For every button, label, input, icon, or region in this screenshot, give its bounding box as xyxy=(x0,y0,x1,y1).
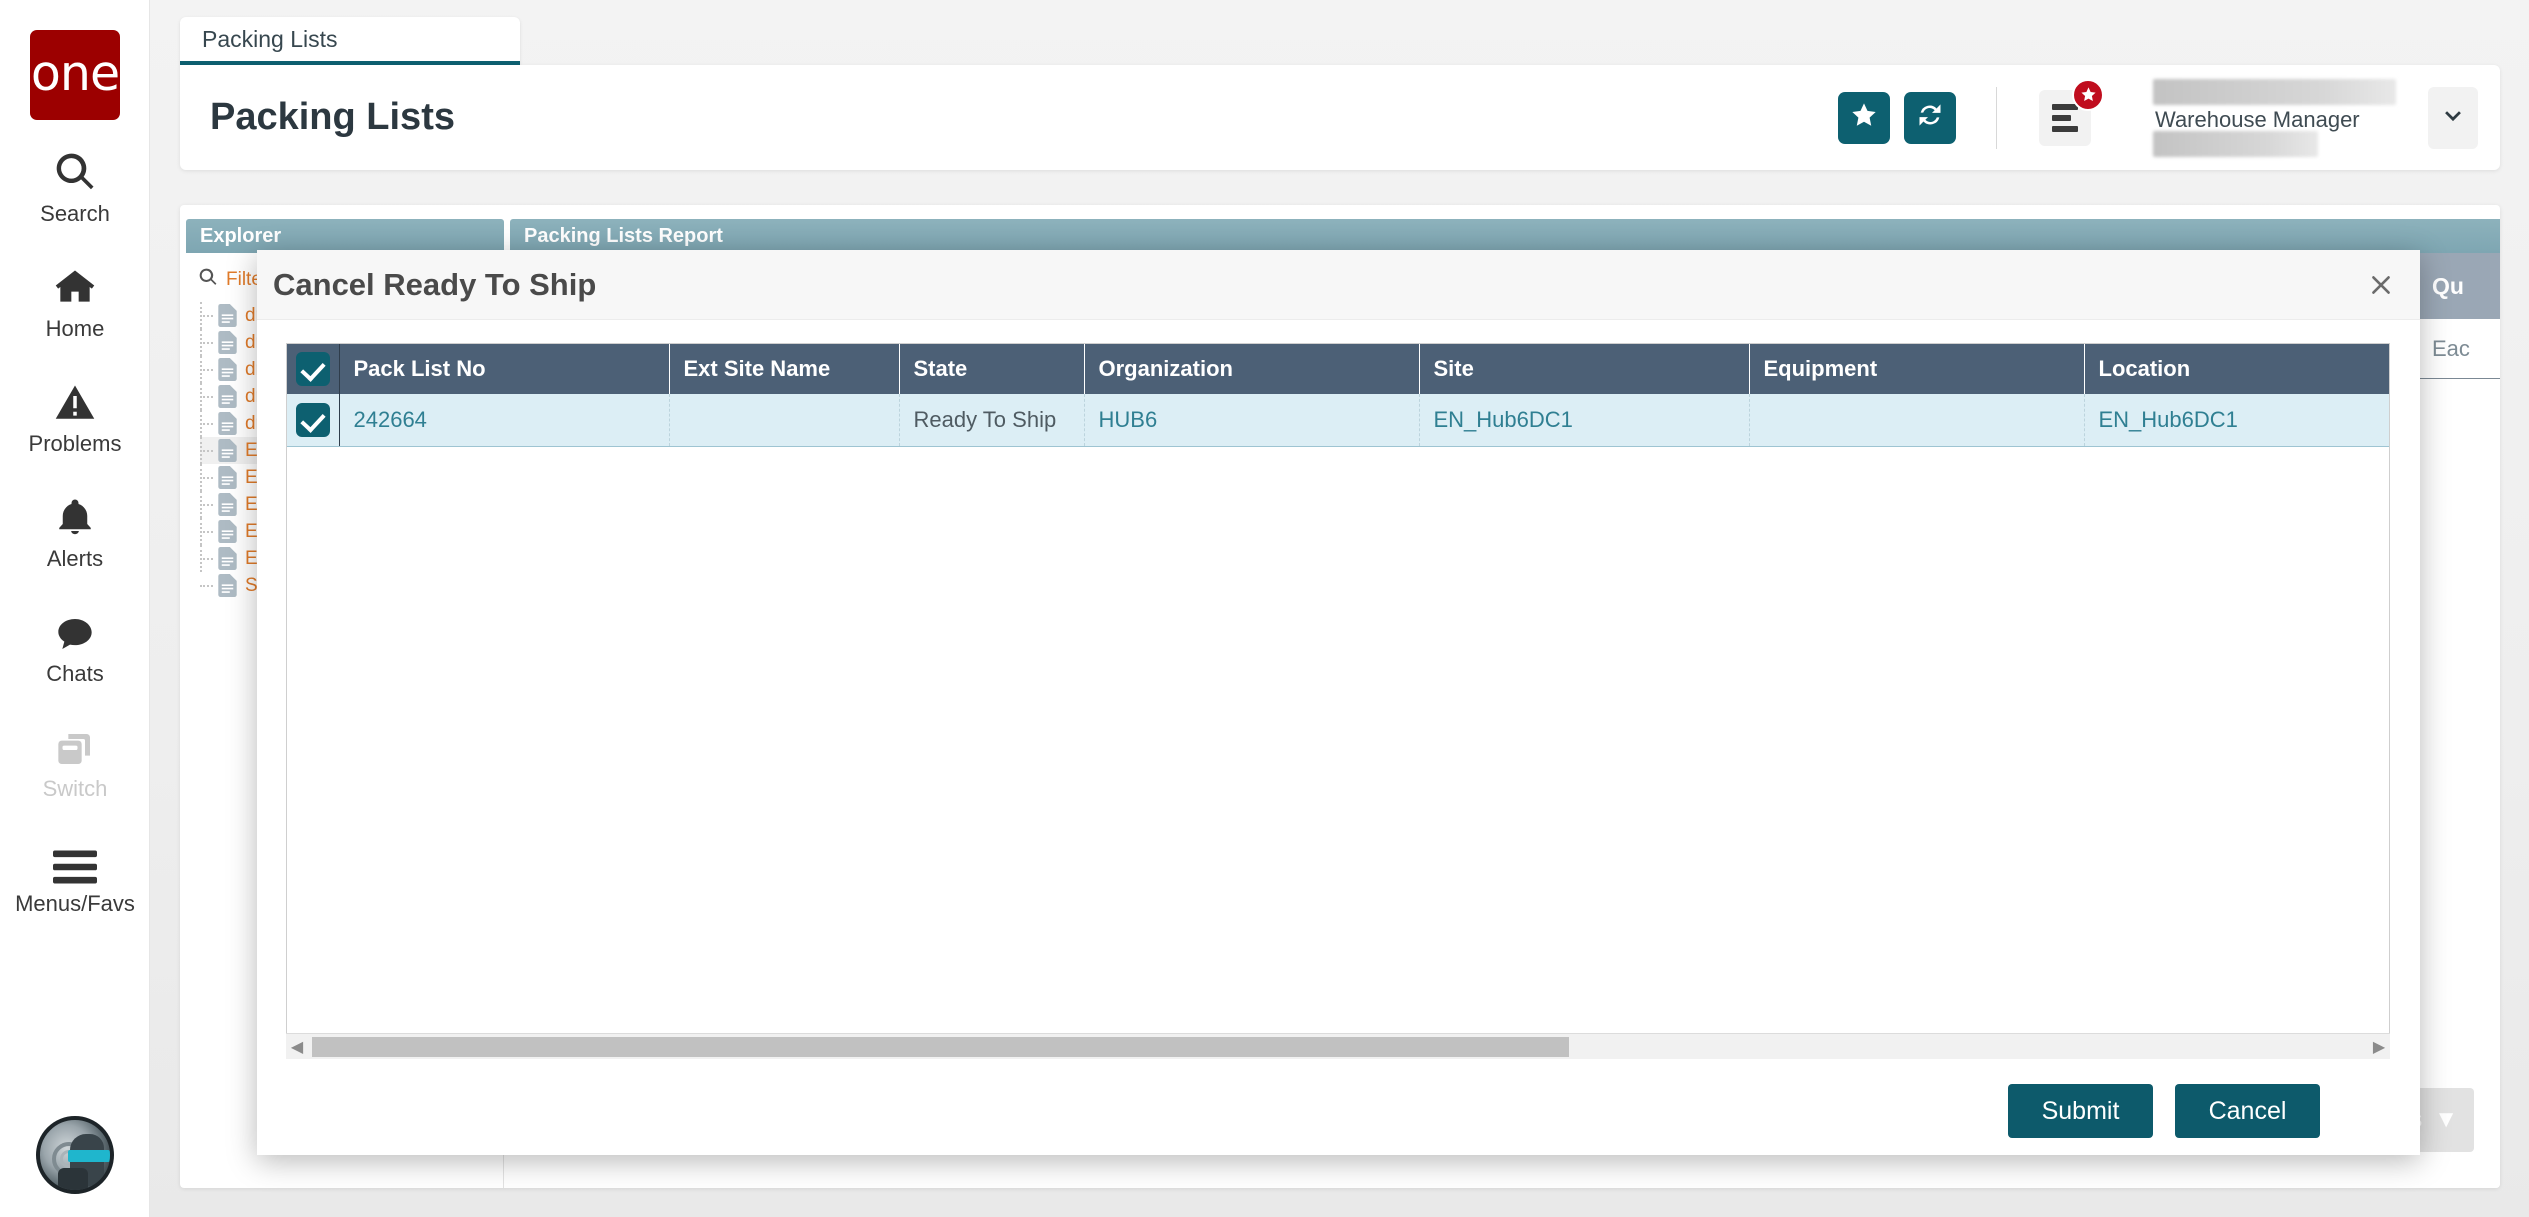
row-select-cell[interactable] xyxy=(287,394,340,447)
grid-table: Pack List No Ext Site Name State Organiz… xyxy=(287,344,2389,447)
site-link[interactable]: EN_Hub6DC1 xyxy=(1434,407,1573,432)
packing-list-grid: Pack List No Ext Site Name State Organiz… xyxy=(286,343,2390,1059)
grid-header-row: Pack List No Ext Site Name State Organiz… xyxy=(287,344,2389,394)
submit-button[interactable]: Submit xyxy=(2008,1084,2153,1138)
cancel-ready-to-ship-dialog: Cancel Ready To Ship Pack List No Ext Si… xyxy=(257,250,2420,1155)
location-link[interactable]: EN_Hub6DC1 xyxy=(2099,407,2238,432)
row-checkbox[interactable] xyxy=(295,402,330,437)
pack-list-no-link[interactable]: 242664 xyxy=(354,407,427,432)
scroll-left-arrow[interactable]: ◀ xyxy=(286,1037,308,1057)
close-icon[interactable] xyxy=(2364,268,2398,302)
cell-pack-list-no: 242664 xyxy=(339,394,670,447)
column-header-location[interactable]: Location xyxy=(2084,344,2389,394)
column-header-ext-site-name[interactable]: Ext Site Name xyxy=(669,344,900,394)
scrollbar-track[interactable] xyxy=(308,1036,2368,1058)
grid-empty-area xyxy=(287,446,2389,1058)
scrollbar-thumb[interactable] xyxy=(312,1036,1569,1057)
column-header-equipment[interactable]: Equipment xyxy=(1749,344,2085,394)
cell-location: EN_Hub6DC1 xyxy=(2084,394,2389,447)
column-header-organization[interactable]: Organization xyxy=(1084,344,1420,394)
cell-equipment xyxy=(1749,394,2085,447)
cancel-button[interactable]: Cancel xyxy=(2175,1084,2320,1138)
select-all-checkbox[interactable] xyxy=(295,352,330,386)
column-header-pack-list-no[interactable]: Pack List No xyxy=(339,344,670,394)
table-row[interactable]: 242664 Ready To Ship HUB6 EN_Hub6DC1 EN_… xyxy=(287,394,2389,447)
dialog-header: Cancel Ready To Ship xyxy=(257,250,2420,320)
column-header-site[interactable]: Site xyxy=(1419,344,1750,394)
select-all-header[interactable] xyxy=(287,344,340,394)
cell-ext-site-name xyxy=(669,394,900,447)
cell-organization: HUB6 xyxy=(1084,394,1420,447)
cell-site: EN_Hub6DC1 xyxy=(1419,394,1750,447)
grid-horizontal-scrollbar[interactable]: ◀ ▶ xyxy=(286,1033,2390,1059)
dialog-footer: Submit Cancel xyxy=(257,1067,2420,1155)
dialog-title: Cancel Ready To Ship xyxy=(273,266,597,302)
column-header-state[interactable]: State xyxy=(899,344,1085,394)
cell-state: Ready To Ship xyxy=(899,394,1085,447)
organization-link[interactable]: HUB6 xyxy=(1099,407,1158,432)
app-root: one Search Home Problems Alerts Chats Sw… xyxy=(0,0,2529,1217)
scroll-right-arrow[interactable]: ▶ xyxy=(2368,1037,2390,1057)
